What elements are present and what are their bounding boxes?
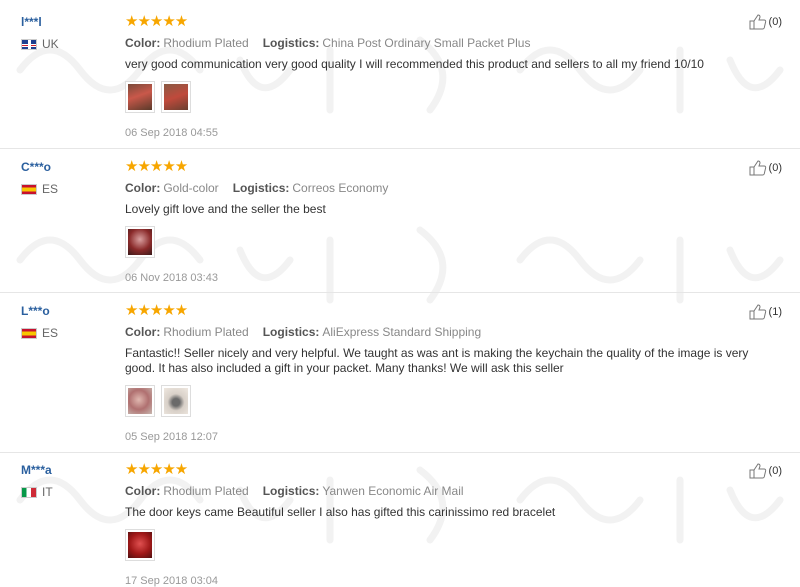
color-value: Rhodium Plated	[163, 36, 249, 50]
star-rating: ★★★★★	[125, 302, 188, 319]
helpful-button[interactable]: (0)	[749, 463, 782, 479]
review-photos	[125, 226, 775, 258]
review-text: The door keys came Beautiful seller I al…	[125, 505, 556, 519]
logistics-value: Yanwen Economic Air Mail	[322, 484, 464, 498]
reviewer-country: ES	[21, 182, 58, 196]
review-item: L***o ES ★★★★★ Color: Rhodium Plated Logis…	[0, 292, 800, 453]
review-photo-thumbnail[interactable]	[125, 81, 155, 113]
review-item: l***l UK ★★★★★ Color: Rhodium Plated Logis…	[0, 0, 800, 149]
review-text: Fantastic!! Seller nicely and very helpf…	[125, 346, 749, 375]
spain-flag-icon	[21, 183, 37, 195]
helpful-count: (1)	[768, 306, 782, 318]
logistics-value: China Post Ordinary Small Packet Plus	[322, 36, 531, 50]
color-label: Color:	[125, 325, 161, 339]
country-code: ES	[42, 182, 59, 196]
country-code: UK	[42, 37, 59, 51]
order-info: Color: Gold-color Logistics: Correos Econom…	[125, 181, 775, 195]
reviewer-name: C***o	[21, 160, 52, 174]
review-content: ★★★★★ Color: Rhodium Plated Logistics: AliE…	[125, 303, 775, 443]
review-item: C***o ES ★★★★★ Color: Gold-color Logistics…	[0, 148, 800, 293]
review-content: ★★★★★ Color: Gold-color Logistics: Correos …	[125, 159, 775, 284]
reviewer-info: M***a IT	[21, 463, 53, 499]
color-value: Gold-color	[163, 181, 219, 195]
helpful-button[interactable]: (1)	[749, 304, 782, 320]
helpful-button[interactable]: (0)	[749, 14, 782, 30]
helpful-count: (0)	[768, 16, 782, 28]
star-rating: ★★★★★	[125, 13, 188, 30]
helpful-count: (0)	[768, 465, 782, 477]
reviewer-name: M***a	[21, 463, 52, 477]
reviewer-country: IT	[21, 485, 53, 499]
review-photos	[125, 529, 775, 561]
color-label: Color:	[125, 484, 161, 498]
review-photo-thumbnail[interactable]	[125, 226, 155, 258]
helpful-count: (0)	[768, 162, 782, 174]
star-rating: ★★★★★	[125, 158, 188, 175]
review-date: 06 Sep 2018 04:55	[125, 127, 218, 139]
italy-flag-icon	[21, 486, 37, 498]
reviewer-info: C***o ES	[21, 160, 58, 196]
review-photos	[125, 385, 775, 417]
reviewer-info: L***o ES	[21, 304, 58, 340]
thumbs-up-icon	[749, 463, 766, 479]
review-date: 05 Sep 2018 12:07	[125, 431, 218, 443]
logistics-value: AliExpress Standard Shipping	[322, 325, 482, 339]
order-info: Color: Rhodium Plated Logistics: China Post…	[125, 36, 775, 50]
reviewer-country: ES	[21, 326, 58, 340]
review-date: 17 Sep 2018 03:04	[125, 575, 218, 587]
country-code: ES	[42, 326, 59, 340]
review-photo-thumbnail[interactable]	[161, 81, 191, 113]
uk-flag-icon	[21, 38, 37, 50]
review-item: M***a IT ★★★★★ Color: Rhodium Plated Logis…	[0, 452, 800, 587]
logistics-label: Logistics:	[262, 484, 320, 498]
review-date: 06 Nov 2018 03:43	[125, 272, 218, 284]
review-content: ★★★★★ Color: Rhodium Plated Logistics: Chin…	[125, 14, 775, 139]
reviewer-name: l***l	[21, 15, 42, 29]
color-label: Color:	[125, 36, 161, 50]
color-value: Rhodium Plated	[163, 484, 249, 498]
thumbs-up-icon	[749, 160, 766, 176]
helpful-button[interactable]: (0)	[749, 160, 782, 176]
reviewer-name: L***o	[21, 304, 50, 318]
logistics-value: Correos Economy	[292, 181, 389, 195]
review-content: ★★★★★ Color: Rhodium Plated Logistics: Yanw…	[125, 462, 775, 587]
thumbs-up-icon	[749, 304, 766, 320]
order-info: Color: Rhodium Plated Logistics: AliExpress…	[125, 325, 775, 339]
logistics-label: Logistics:	[262, 325, 320, 339]
star-rating: ★★★★★	[125, 461, 188, 478]
color-label: Color:	[125, 181, 161, 195]
thumbs-up-icon	[749, 14, 766, 30]
order-info: Color: Rhodium Plated Logistics: Yanwen Eco…	[125, 484, 775, 498]
reviewer-info: l***l UK	[21, 15, 59, 51]
review-text: very good communication very good qualit…	[125, 57, 704, 71]
review-photo-thumbnail[interactable]	[125, 529, 155, 561]
reviewer-country: UK	[21, 37, 59, 51]
review-photos	[125, 81, 775, 113]
spain-flag-icon	[21, 327, 37, 339]
logistics-label: Logistics:	[232, 181, 290, 195]
review-text: Lovely gift love and the seller the best	[125, 202, 326, 216]
color-value: Rhodium Plated	[163, 325, 249, 339]
review-photo-thumbnail[interactable]	[161, 385, 191, 417]
review-photo-thumbnail[interactable]	[125, 385, 155, 417]
country-code: IT	[42, 485, 53, 499]
logistics-label: Logistics:	[262, 36, 320, 50]
